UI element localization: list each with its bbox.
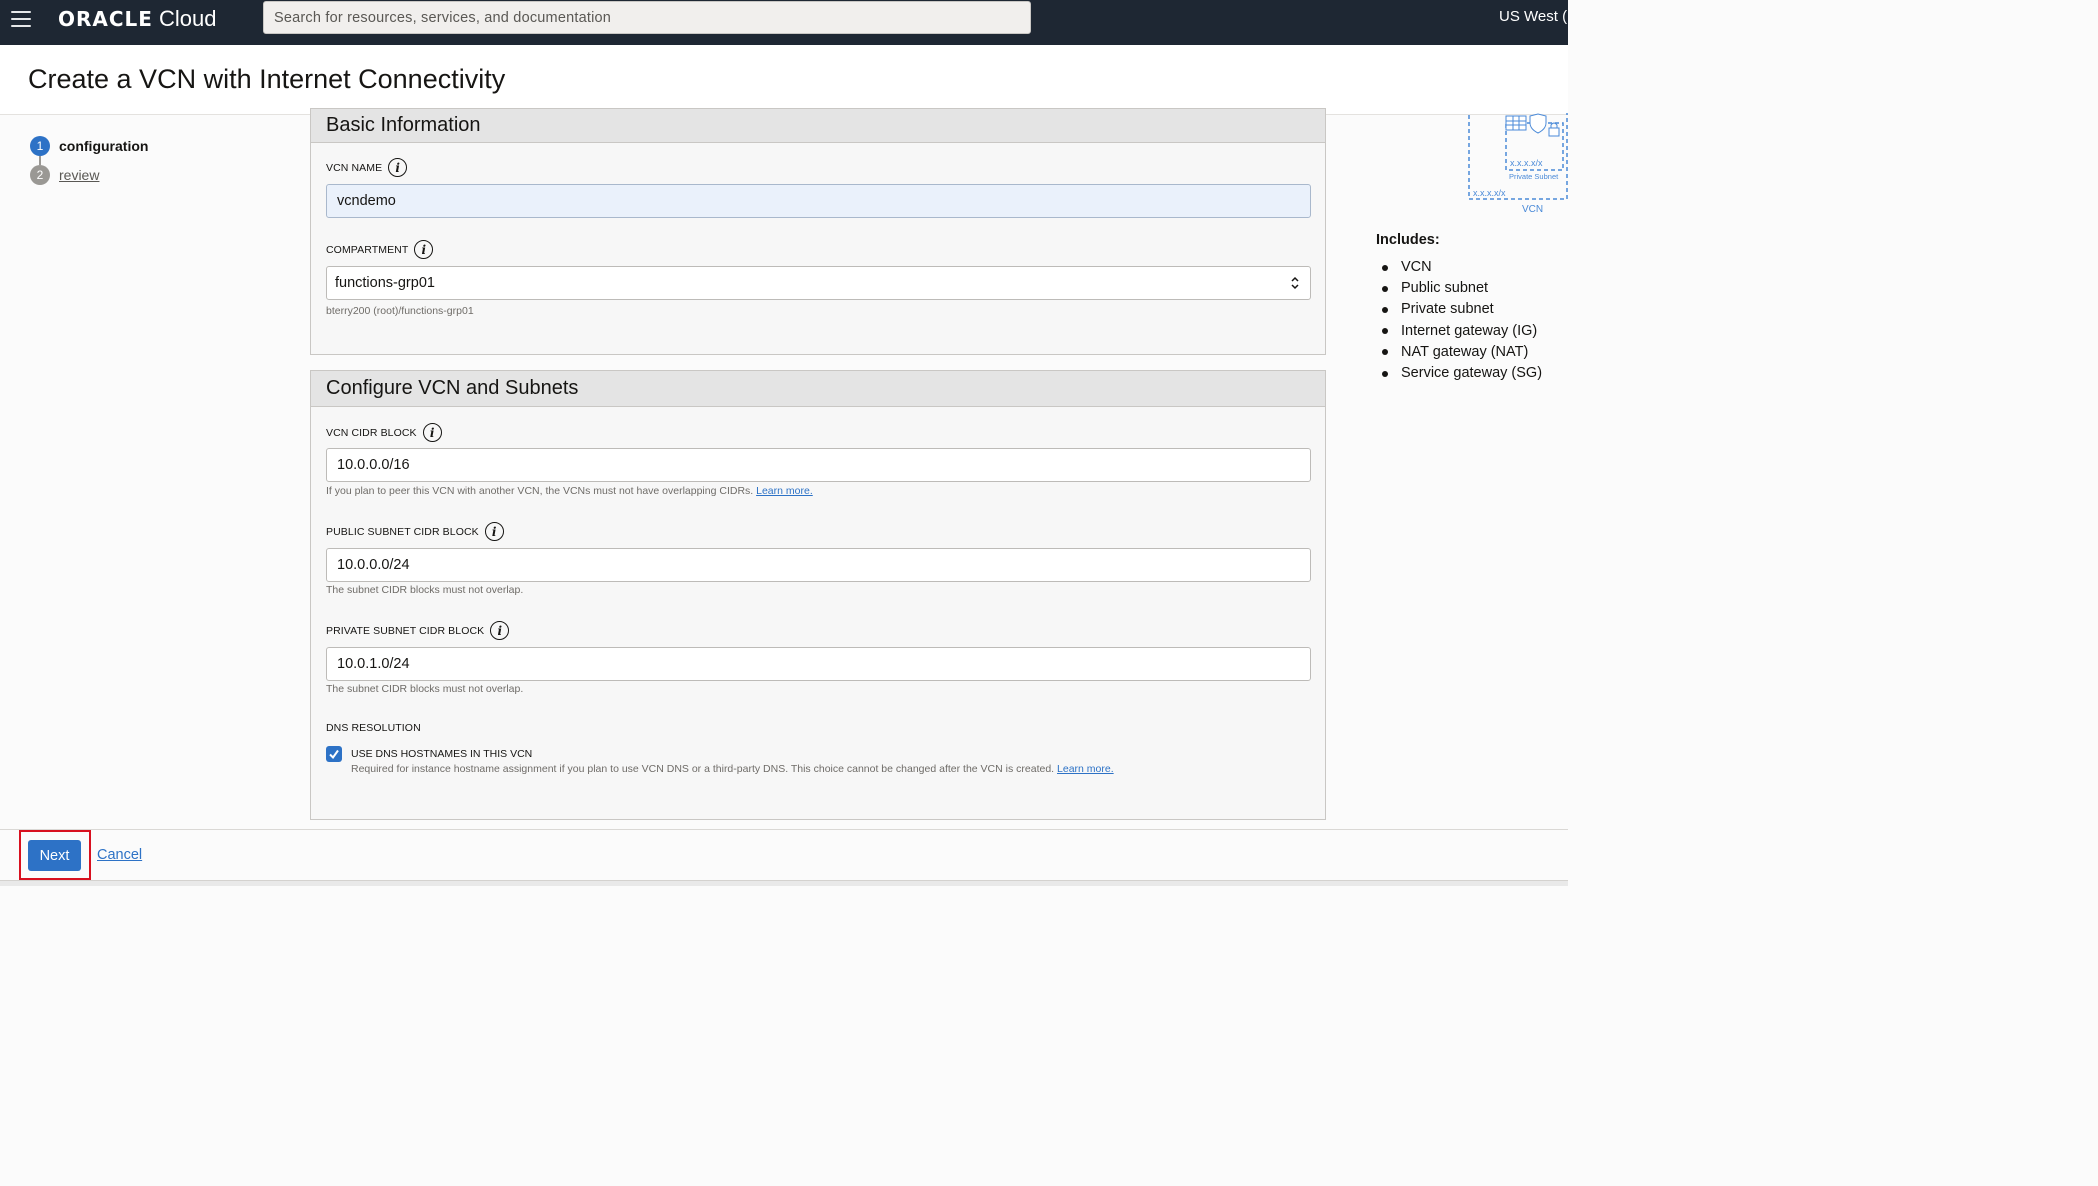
dns-help: Required for instance hostname assignmen…	[351, 763, 1114, 775]
info-icon[interactable]: i	[484, 522, 504, 541]
info-icon[interactable]: i	[422, 423, 442, 442]
table-icon	[1505, 115, 1527, 131]
private-subnet-cidr-label-text: PRIVATE SUBNET CIDR BLOCK	[326, 624, 485, 637]
next-button[interactable]: Next	[28, 840, 81, 871]
dns-hostnames-label[interactable]: USE DNS HOSTNAMES IN THIS VCN	[351, 748, 532, 760]
compartment-path: bterry200 (root)/functions-grp01	[326, 305, 474, 317]
step-review[interactable]: 2 review	[30, 165, 99, 185]
includes-title: Includes:	[1376, 232, 1440, 248]
section-heading: Configure VCN and Subnets	[311, 371, 1325, 407]
info-icon[interactable]: i	[490, 621, 510, 640]
list-item: Public subnet	[1382, 278, 1542, 299]
configure-vcn-panel: Configure VCN and Subnets VCN CIDR BLOCK…	[310, 370, 1326, 820]
shield-icon	[1529, 113, 1547, 134]
list-item: Service gateway (SG)	[1382, 363, 1542, 384]
compartment-value: functions-grp01	[335, 275, 435, 291]
logo-oracle-text: ORACLE	[58, 7, 153, 31]
logo-cloud-text: Cloud	[158, 6, 217, 31]
public-subnet-cidr-value: 10.0.0.0/24	[337, 557, 410, 573]
list-item: Internet gateway (IG)	[1382, 321, 1542, 342]
step-configuration: 1 configuration	[30, 136, 148, 156]
section-heading: Basic Information	[311, 109, 1325, 143]
search-placeholder: Search for resources, services, and docu…	[274, 9, 612, 26]
top-navigation-bar: ORACLE Cloud Search for resources, servi…	[0, 0, 1568, 45]
info-icon[interactable]: i	[414, 240, 434, 259]
vcn-cidr-label: VCN CIDR BLOCK i	[326, 423, 442, 442]
public-subnet-cidr-input[interactable]: 10.0.0.0/24	[326, 548, 1311, 582]
checkmark-icon	[329, 749, 339, 760]
public-subnet-cidr-label-text: PUBLIC SUBNET CIDR BLOCK	[326, 525, 479, 538]
learn-more-link[interactable]: Learn more.	[1057, 763, 1114, 775]
cancel-link[interactable]: Cancel	[97, 847, 142, 863]
step-review-link[interactable]: review	[59, 167, 99, 183]
vcn-diagram: x.x.x.x/x Private Subnet x.x.x.x/x VCN	[1468, 113, 1568, 215]
vcn-name-label-text: VCN NAME	[326, 161, 383, 174]
region-selector[interactable]: US West (	[1499, 8, 1567, 25]
oracle-cloud-logo[interactable]: ORACLE Cloud	[58, 6, 216, 32]
chevron-up-down-icon	[1291, 276, 1299, 290]
learn-more-link[interactable]: Learn more.	[756, 485, 813, 497]
step-number: 2	[30, 165, 50, 185]
info-icon[interactable]: i	[388, 158, 408, 177]
vcn-label-text: VCN	[1522, 204, 1543, 215]
compartment-label: COMPARTMENT i	[326, 240, 434, 259]
vcn-cidr-label-text: VCN CIDR BLOCK	[326, 426, 417, 439]
vcn-cidr-text: x.x.x.x/x	[1473, 188, 1506, 198]
compartment-select[interactable]: functions-grp01	[326, 266, 1311, 300]
step-label: configuration	[59, 138, 149, 154]
list-item: Private subnet	[1382, 299, 1542, 320]
vcn-cidr-help: If you plan to peer this VCN with anothe…	[326, 485, 813, 497]
basic-information-panel: Basic Information VCN NAME i vcndemo COM…	[310, 108, 1326, 355]
private-subnet-cidr-value: 10.0.1.0/24	[337, 656, 410, 672]
dns-resolution-label: DNS RESOLUTION	[326, 722, 421, 734]
vcn-name-input[interactable]: vcndemo	[326, 184, 1311, 218]
dns-hostnames-checkbox[interactable]	[326, 746, 342, 762]
includes-list: VCN Public subnet Private subnet Interne…	[1382, 257, 1542, 384]
vcn-cidr-help-text: If you plan to peer this VCN with anothe…	[326, 485, 754, 497]
page-title: Create a VCN with Internet Connectivity	[28, 64, 506, 94]
vcn-cidr-input[interactable]: 10.0.0.0/16	[326, 448, 1311, 482]
window-bottom-edge	[0, 880, 1568, 886]
dns-help-text: Required for instance hostname assignmen…	[351, 763, 1055, 775]
vcn-cidr-value: 10.0.0.0/16	[337, 457, 410, 473]
step-connector	[39, 156, 41, 165]
menu-icon[interactable]	[11, 11, 31, 27]
list-item: VCN	[1382, 257, 1542, 278]
private-subnet-cidr-label: PRIVATE SUBNET CIDR BLOCK i	[326, 621, 510, 640]
subnet-label-text: Private Subnet	[1509, 172, 1559, 181]
subnet-cidr-text: x.x.x.x/x	[1510, 158, 1543, 168]
vcn-name-label: VCN NAME i	[326, 158, 408, 177]
search-input[interactable]: Search for resources, services, and docu…	[263, 1, 1031, 34]
form-footer	[0, 829, 1568, 886]
vcn-name-value: vcndemo	[337, 193, 396, 209]
compartment-label-text: COMPARTMENT	[326, 243, 409, 256]
public-subnet-help: The subnet CIDR blocks must not overlap.	[326, 584, 524, 596]
step-number: 1	[30, 136, 50, 156]
private-subnet-cidr-input[interactable]: 10.0.1.0/24	[326, 647, 1311, 681]
page-header: Create a VCN with Internet Connectivity	[0, 45, 1568, 115]
list-item: NAT gateway (NAT)	[1382, 342, 1542, 363]
private-subnet-help: The subnet CIDR blocks must not overlap.	[326, 683, 524, 695]
public-subnet-cidr-label: PUBLIC SUBNET CIDR BLOCK i	[326, 522, 504, 541]
lock-icon	[1548, 122, 1560, 137]
